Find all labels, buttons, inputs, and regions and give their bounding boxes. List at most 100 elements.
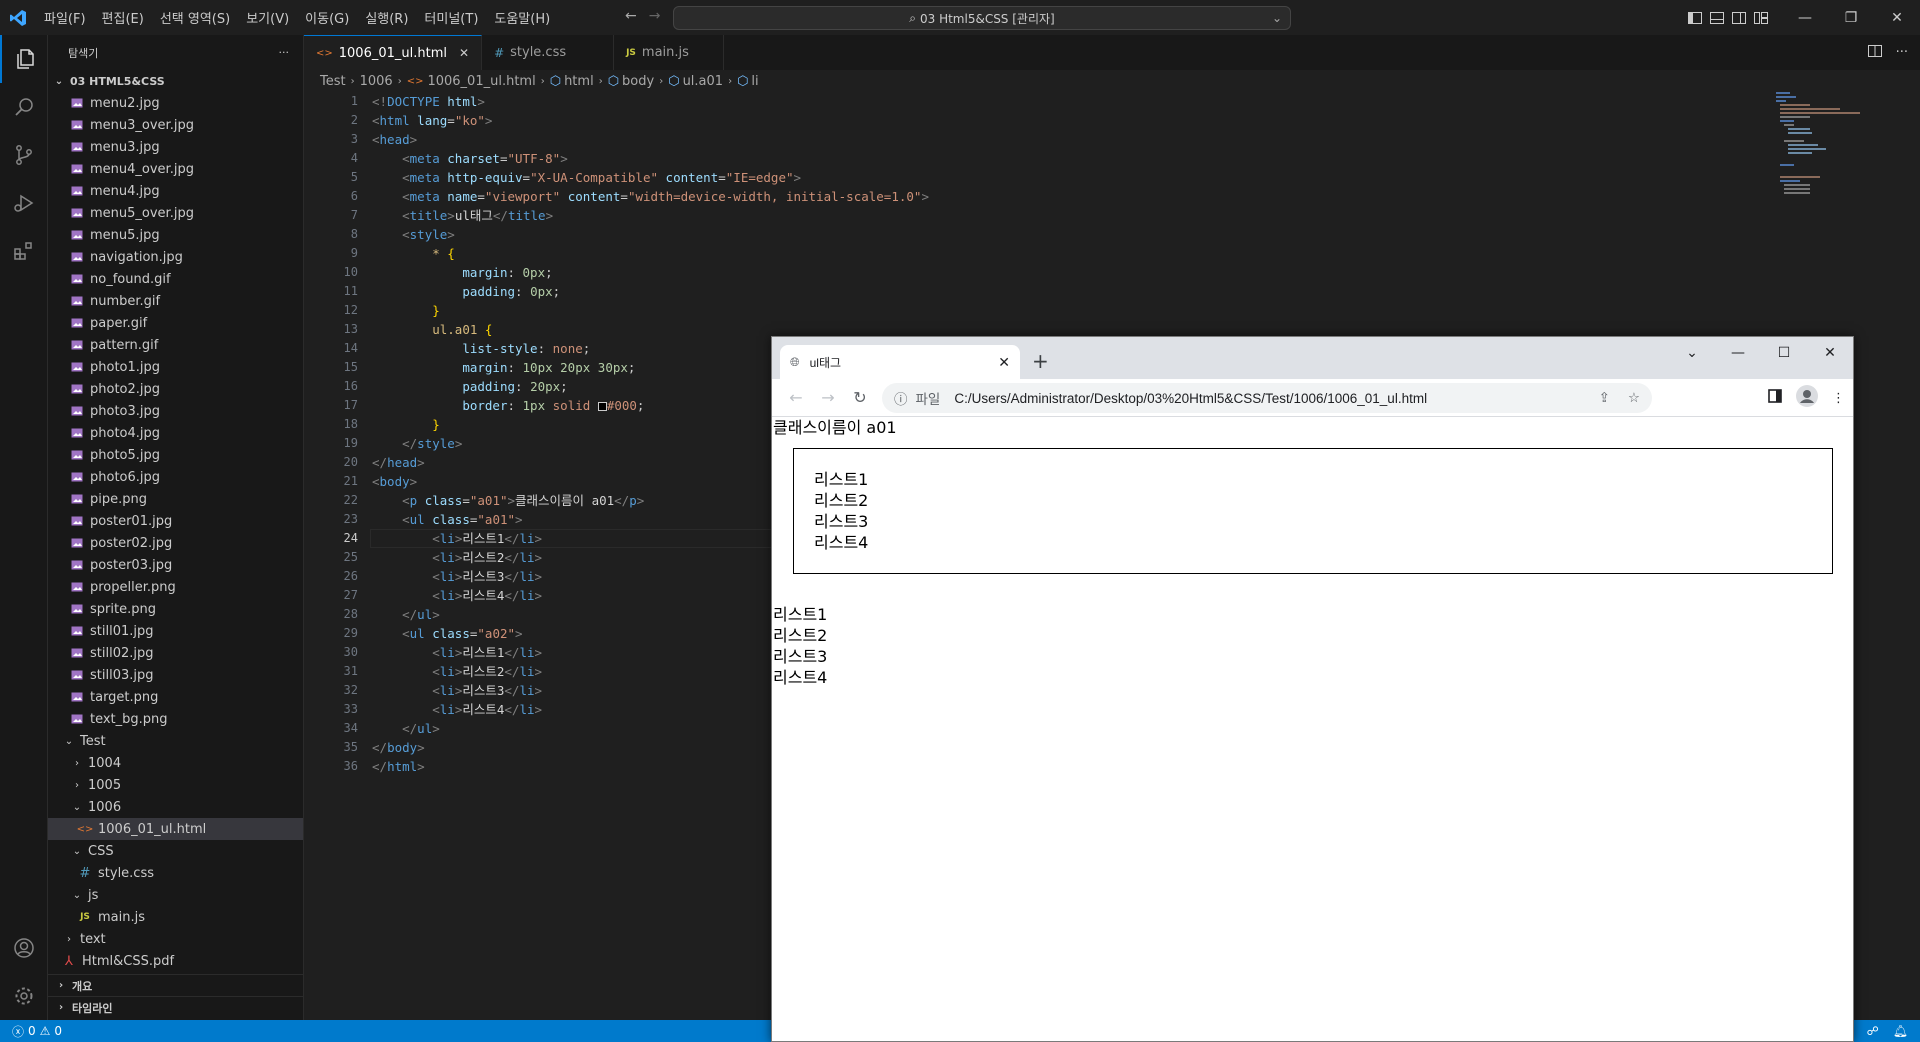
- notifications-bell-icon[interactable]: 🔔︎: [1893, 1024, 1908, 1038]
- close-window-icon[interactable]: ✕: [1807, 337, 1853, 369]
- folder-1006[interactable]: ⌄ 1006: [48, 796, 303, 818]
- folder-test[interactable]: ⌄ Test: [48, 730, 303, 752]
- close-tab-icon[interactable]: ✕: [998, 354, 1010, 371]
- split-editor-icon[interactable]: [1867, 44, 1882, 61]
- breadcrumb-item[interactable]: Test: [320, 74, 346, 89]
- file-item[interactable]: menu5_over.jpg: [48, 202, 303, 224]
- search-sidebar-icon[interactable]: [0, 83, 48, 131]
- tab-style-css[interactable]: # style.css: [482, 35, 615, 70]
- file-item[interactable]: target.png: [48, 686, 303, 708]
- browser-tab[interactable]: 🌐︎ ul태그 ✕: [780, 345, 1020, 379]
- menu-selection[interactable]: 선택 영역(S): [152, 8, 238, 27]
- side-panel-icon[interactable]: [1768, 389, 1782, 407]
- explorer-icon[interactable]: [0, 35, 48, 83]
- file-item[interactable]: photo6.jpg: [48, 466, 303, 488]
- file-item[interactable]: paper.gif: [48, 312, 303, 334]
- file-item[interactable]: photo5.jpg: [48, 444, 303, 466]
- menu-terminal[interactable]: 터미널(T): [416, 8, 486, 27]
- close-window-icon[interactable]: ✕: [1874, 0, 1920, 35]
- file-item[interactable]: menu5.jpg: [48, 224, 303, 246]
- menu-run[interactable]: 실행(R): [357, 8, 416, 27]
- file-item[interactable]: photo4.jpg: [48, 422, 303, 444]
- file-item[interactable]: poster02.jpg: [48, 532, 303, 554]
- settings-gear-icon[interactable]: [0, 972, 48, 1020]
- breadcrumb-item[interactable]: li: [751, 74, 758, 89]
- outline-section[interactable]: › 개요: [48, 974, 304, 996]
- menu-file[interactable]: 파일(F): [36, 8, 94, 27]
- file-item[interactable]: text_bg.png: [48, 708, 303, 730]
- forward-arrow-icon[interactable]: →: [649, 8, 661, 24]
- file-item[interactable]: pipe.png: [48, 488, 303, 510]
- more-actions-icon[interactable]: ···: [1896, 45, 1908, 60]
- file-item[interactable]: number.gif: [48, 290, 303, 312]
- file-item[interactable]: photo2.jpg: [48, 378, 303, 400]
- bookmark-star-icon[interactable]: ☆: [1628, 390, 1640, 406]
- account-icon[interactable]: [0, 924, 48, 972]
- timeline-section[interactable]: › 타임라인: [48, 996, 304, 1018]
- file-item[interactable]: poster03.jpg: [48, 554, 303, 576]
- source-control-icon[interactable]: [0, 131, 48, 179]
- menu-kebab-icon[interactable]: ⋮: [1832, 391, 1845, 406]
- file-item[interactable]: menu3.jpg: [48, 136, 303, 158]
- new-tab-icon[interactable]: +: [1032, 349, 1049, 373]
- toggle-sidebar-icon[interactable]: [1684, 0, 1706, 35]
- forward-arrow-icon[interactable]: →: [812, 388, 844, 407]
- file-item[interactable]: menu4_over.jpg: [48, 158, 303, 180]
- minimap[interactable]: [1776, 92, 1906, 212]
- folder-js[interactable]: ⌄ js: [48, 884, 303, 906]
- folder-1005[interactable]: › 1005: [48, 774, 303, 796]
- minimize-icon[interactable]: —: [1782, 0, 1828, 35]
- extensions-icon[interactable]: [0, 227, 48, 275]
- back-arrow-icon[interactable]: ←: [780, 388, 812, 407]
- tab-search-icon[interactable]: ⌄: [1669, 337, 1715, 369]
- minimize-icon[interactable]: —: [1715, 337, 1761, 369]
- file-main-js[interactable]: JS main.js: [48, 906, 303, 928]
- file-item[interactable]: menu4.jpg: [48, 180, 303, 202]
- workspace-folder[interactable]: ⌄ 03 HTML5&CSS: [48, 70, 303, 92]
- command-center[interactable]: ⌕ 03 Html5&CSS [관리자] ⌄: [673, 6, 1291, 30]
- file-item[interactable]: still02.jpg: [48, 642, 303, 664]
- folder-1004[interactable]: › 1004: [48, 752, 303, 774]
- toggle-panel-icon[interactable]: [1706, 0, 1728, 35]
- problems-indicator[interactable]: ⓧ 0 ⚠ 0: [0, 1023, 62, 1040]
- breadcrumb-item[interactable]: html: [564, 74, 594, 89]
- file-item[interactable]: navigation.jpg: [48, 246, 303, 268]
- file-item[interactable]: still01.jpg: [48, 620, 303, 642]
- customize-layout-icon[interactable]: [1750, 0, 1772, 35]
- chevron-down-icon[interactable]: ⌄: [1272, 11, 1282, 25]
- more-actions-icon[interactable]: ···: [279, 46, 290, 59]
- tab-main-js[interactable]: JS main.js: [614, 35, 725, 70]
- toggle-secondary-sidebar-icon[interactable]: [1728, 0, 1750, 35]
- breadcrumb-item[interactable]: 1006: [360, 74, 393, 89]
- folder-text[interactable]: › text: [48, 928, 303, 950]
- file-1006-01-ul-html[interactable]: <> 1006_01_ul.html: [48, 818, 303, 840]
- file-style-css[interactable]: # style.css: [48, 862, 303, 884]
- menu-go[interactable]: 이동(G): [297, 8, 357, 27]
- maximize-icon[interactable]: ☐: [1761, 337, 1807, 369]
- file-item[interactable]: photo3.jpg: [48, 400, 303, 422]
- feedback-icon[interactable]: ☍: [1867, 1024, 1879, 1038]
- share-icon[interactable]: ⇪: [1599, 390, 1610, 406]
- close-tab-icon[interactable]: ✕: [459, 46, 469, 60]
- file-pdf[interactable]: ⅄ Html&CSS.pdf: [48, 950, 303, 972]
- file-item[interactable]: sprite.png: [48, 598, 303, 620]
- address-bar[interactable]: ⓘ 파일 C:/Users/Administrator/Desktop/03%2…: [882, 383, 1652, 413]
- menu-view[interactable]: 보기(V): [238, 8, 297, 27]
- file-item[interactable]: no_found.gif: [48, 268, 303, 290]
- breadcrumb-item[interactable]: body: [622, 74, 654, 89]
- run-debug-icon[interactable]: [0, 179, 48, 227]
- restore-icon[interactable]: ❐: [1828, 0, 1874, 35]
- tab-1006-01-ul-html[interactable]: <> 1006_01_ul.html ✕: [304, 35, 483, 70]
- file-item[interactable]: still03.jpg: [48, 664, 303, 686]
- file-item[interactable]: menu2.jpg: [48, 92, 303, 114]
- back-arrow-icon[interactable]: ←: [625, 8, 637, 24]
- file-item[interactable]: pattern.gif: [48, 334, 303, 356]
- file-item[interactable]: menu3_over.jpg: [48, 114, 303, 136]
- file-item[interactable]: poster01.jpg: [48, 510, 303, 532]
- reload-icon[interactable]: ↻: [844, 388, 876, 407]
- breadcrumb-item[interactable]: ul.a01: [683, 74, 724, 89]
- breadcrumb-item[interactable]: 1006_01_ul.html: [427, 74, 535, 89]
- folder-css[interactable]: ⌄ CSS: [48, 840, 303, 862]
- file-item[interactable]: photo1.jpg: [48, 356, 303, 378]
- file-item[interactable]: propeller.png: [48, 576, 303, 598]
